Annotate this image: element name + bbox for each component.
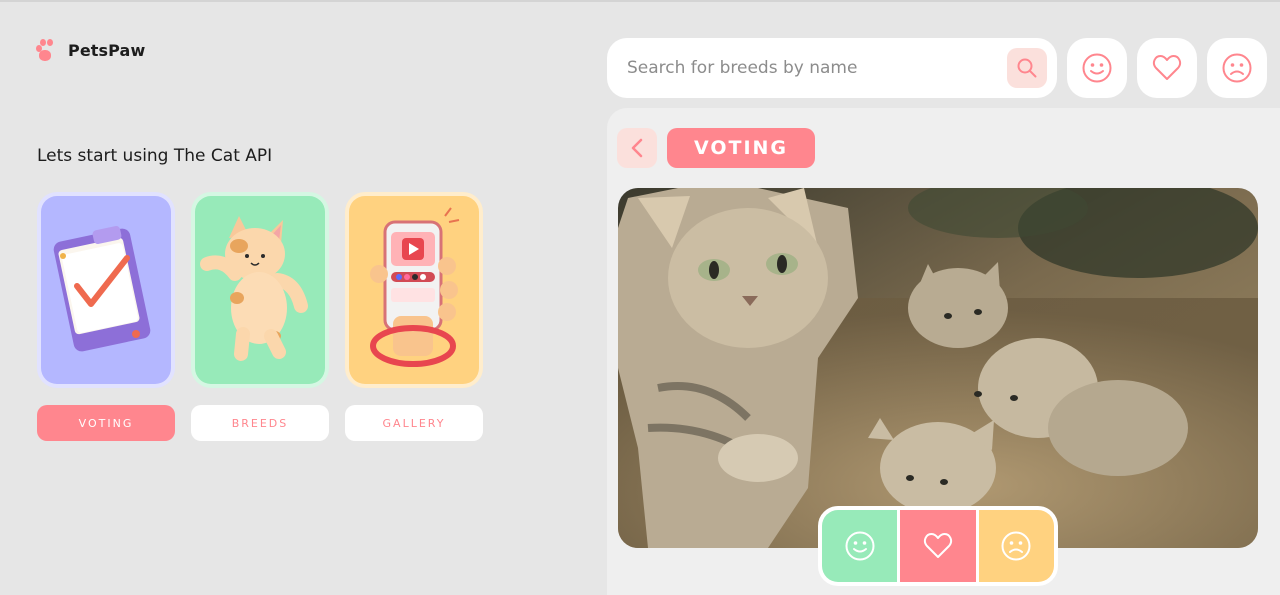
back-button[interactable] xyxy=(617,128,657,168)
heart-icon xyxy=(1152,55,1182,80)
clipboard-illustration xyxy=(53,225,151,352)
breeds-card[interactable] xyxy=(191,192,329,388)
breeds-nav-button[interactable]: BREEDS xyxy=(191,405,329,441)
chevron-left-icon xyxy=(631,138,643,158)
like-vote-button[interactable] xyxy=(822,510,898,582)
likes-button[interactable] xyxy=(1067,38,1127,98)
gallery-card[interactable] xyxy=(345,192,483,388)
voting-nav-button[interactable]: VOTING xyxy=(37,405,175,441)
sad-icon xyxy=(1001,531,1031,561)
sad-icon xyxy=(1222,53,1252,83)
gallery-nav-button[interactable]: GALLERY xyxy=(345,405,483,441)
cat-photo xyxy=(618,188,1258,548)
heart-icon xyxy=(923,533,952,558)
smile-icon xyxy=(1082,53,1112,83)
smile-icon xyxy=(845,531,875,561)
cat-toy-illustration xyxy=(200,216,308,361)
breadcrumb-current: VOTING xyxy=(667,128,815,168)
search-button[interactable] xyxy=(1007,48,1047,88)
phone-hand-illustration xyxy=(370,207,460,367)
logo-text: PetsPaw xyxy=(68,40,146,60)
intro-heading: Lets start using The Cat API xyxy=(37,146,273,166)
window-top-edge xyxy=(0,0,1280,2)
logo[interactable]: PetsPaw xyxy=(36,38,145,62)
favourite-vote-button[interactable] xyxy=(900,510,976,582)
favourites-button[interactable] xyxy=(1137,38,1197,98)
voting-card[interactable] xyxy=(37,192,175,388)
vote-actions xyxy=(818,506,1058,586)
dislike-vote-button[interactable] xyxy=(978,510,1054,582)
search-bar xyxy=(607,38,1057,98)
paw-icon xyxy=(36,38,60,62)
search-icon xyxy=(1017,58,1037,78)
search-input[interactable] xyxy=(627,50,997,86)
dislikes-button[interactable] xyxy=(1207,38,1267,98)
